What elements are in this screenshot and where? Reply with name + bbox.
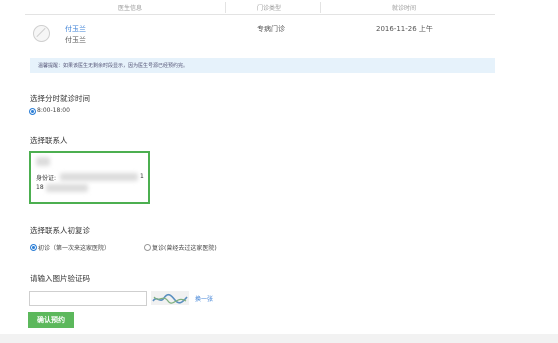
confirm-booking-button[interactable]: 确认预约 <box>28 312 74 328</box>
header-doctor: 医生信息 <box>118 5 143 12</box>
visit-section-title: 选择联系人初复诊 <box>30 226 90 235</box>
header-clinic-type: 门诊类型 <box>257 5 282 12</box>
id-number-suffix: 1 <box>140 173 144 180</box>
captcha-image[interactable] <box>151 291 189 305</box>
return-visit-radio[interactable] <box>144 244 151 251</box>
page-bottom-bar <box>0 334 558 343</box>
captcha-input[interactable] <box>29 291 147 306</box>
contact-section-title: 选择联系人 <box>30 136 68 145</box>
captcha-section-title: 请输入图片验证码 <box>30 274 90 283</box>
header-divider <box>225 2 226 13</box>
time-slot-label: 8:00-18:00 <box>37 107 70 114</box>
visit-time-value: 2016-11-26 上午 <box>376 25 433 33</box>
time-section-title: 选择分时就诊时间 <box>30 94 90 103</box>
header-divider <box>320 2 321 13</box>
first-visit-label: 初诊（第一次来这家医院） <box>38 245 111 252</box>
refresh-captcha-link[interactable]: 换一张 <box>195 294 213 303</box>
return-visit-label: 复诊(曾经去过这家医院) <box>152 245 217 252</box>
time-slot-radio[interactable] <box>29 108 36 115</box>
clinic-type-value: 专病门诊 <box>257 25 285 33</box>
captcha-graphic <box>152 293 188 304</box>
notice-text: 温馨提醒：如果该医生无剩余时段显示，因为医生号源已经预约完。 <box>38 63 189 69</box>
id-label: 身份证: <box>36 175 57 182</box>
first-visit-radio[interactable] <box>30 244 37 251</box>
doctor-avatar <box>33 25 50 42</box>
doctor-name-link[interactable]: 付玉兰 <box>65 24 86 34</box>
phone-prefix: 18 <box>36 184 44 191</box>
doctor-name: 付玉兰 <box>65 36 86 44</box>
contact-name-blurred <box>36 157 50 166</box>
id-number-blurred <box>60 173 138 181</box>
phone-blurred <box>46 184 88 192</box>
header-visit-time: 就诊时间 <box>392 5 417 12</box>
